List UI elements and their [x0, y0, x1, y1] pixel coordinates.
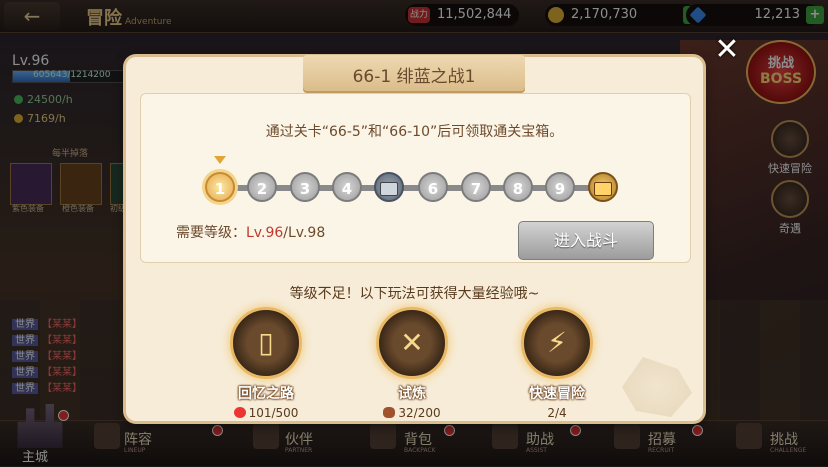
option-quick-adventure[interactable]: ⚡ 快速冒险 2/4: [502, 307, 612, 420]
stage-node[interactable]: 7: [461, 172, 491, 202]
required-level: /Lv.98: [283, 225, 326, 241]
crossed-swords-icon: ✕: [376, 307, 448, 379]
current-stage-marker-icon: [214, 156, 226, 164]
silver-chest-icon[interactable]: [374, 172, 404, 202]
option-trial[interactable]: ✕ 试炼 32/200: [357, 307, 467, 420]
stage-node[interactable]: 9: [545, 172, 575, 202]
close-icon[interactable]: ✕: [711, 34, 743, 66]
level-hint: 等级不足！以下玩法可获得大量经验哦~: [289, 286, 540, 302]
heart-icon: [233, 407, 246, 418]
broken-sword-icon: ⚡: [521, 307, 593, 379]
stage-node[interactable]: 3: [290, 172, 320, 202]
stage-node[interactable]: 2: [247, 172, 277, 202]
stage-node[interactable]: 4: [332, 172, 362, 202]
guild-emblem-watermark-icon: [622, 357, 692, 417]
stage-dialog: 66-1 绯蓝之战1 通过关卡“66-5”和“66-10”后可领取通关宝箱。 1…: [126, 55, 703, 421]
cards-icon: ▯: [230, 307, 302, 379]
current-level: Lv.96: [246, 225, 284, 241]
title-ribbon: 66-1 绯蓝之战1: [303, 55, 525, 93]
stage-node[interactable]: 6: [418, 172, 448, 202]
stage-node[interactable]: 8: [503, 172, 533, 202]
dialog-title: 66-1 绯蓝之战1: [352, 67, 476, 87]
stage-node[interactable]: 1: [205, 172, 235, 202]
level-requirement: 需要等级：Lv.96/Lv.98: [176, 225, 326, 241]
stage-description: 通过关卡“66-5”和“66-10”后可领取通关宝箱。: [265, 124, 564, 140]
meat-icon: [383, 407, 396, 418]
enter-battle-button[interactable]: 进入战斗: [518, 221, 654, 260]
gold-chest-icon[interactable]: [588, 172, 618, 202]
option-memory-road[interactable]: ▯ 回忆之路 101/500: [211, 307, 321, 420]
